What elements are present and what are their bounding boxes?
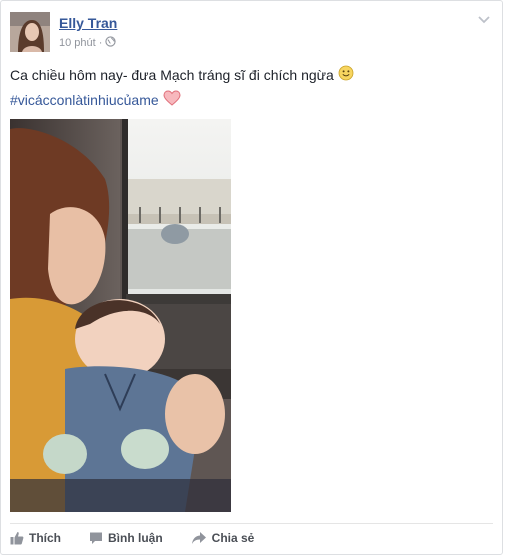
comment-icon xyxy=(89,531,103,545)
share-label: Chia sẻ xyxy=(211,531,255,545)
post-photo[interactable] xyxy=(10,119,231,512)
hashtag-link[interactable]: #vicácconlàtinhiucủame xyxy=(10,92,159,108)
comment-label: Bình luận xyxy=(108,531,163,545)
action-divider xyxy=(10,523,493,524)
share-arrow-icon xyxy=(191,531,207,545)
globe-icon[interactable] xyxy=(105,36,117,50)
comment-button[interactable]: Bình luận xyxy=(89,531,163,545)
like-button[interactable]: Thích xyxy=(10,531,61,545)
smile-emoji-icon xyxy=(338,65,354,84)
avatar-image xyxy=(10,12,50,52)
post-photo-image xyxy=(10,119,231,512)
post-hashtag-line: #vicácconlàtinhiucủame xyxy=(10,90,181,109)
action-bar: Thích Bình luận Chia sẻ xyxy=(10,531,282,545)
avatar[interactable] xyxy=(10,12,50,52)
post-text: Ca chiều hôm nay- đưa Mạch tráng sĩ đi c… xyxy=(10,65,354,84)
post-text-line: Ca chiều hôm nay- đưa Mạch tráng sĩ đi c… xyxy=(10,66,334,83)
meta-separator: · xyxy=(98,37,103,49)
share-button[interactable]: Chia sẻ xyxy=(191,531,255,545)
thumbs-up-icon xyxy=(10,531,24,545)
like-label: Thích xyxy=(29,531,61,545)
author-name[interactable]: Elly Tran xyxy=(59,15,117,31)
heart-emoji-icon xyxy=(163,90,181,109)
chevron-down-icon[interactable] xyxy=(476,11,492,27)
post-timestamp[interactable]: 10 phút xyxy=(59,37,96,49)
post-card: Elly Tran 10 phút · Ca chiều hôm nay- đư… xyxy=(0,0,503,555)
post-meta: 10 phút · xyxy=(59,36,117,50)
